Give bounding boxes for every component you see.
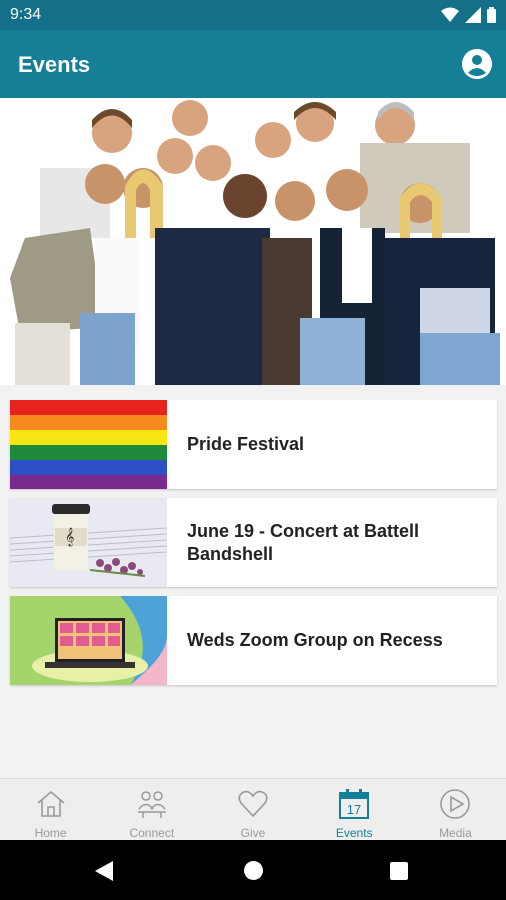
event-card[interactable]: Weds Zoom Group on Recess <box>10 596 497 685</box>
rainbow-flag <box>10 400 167 489</box>
nav-item-media[interactable]: Media <box>405 779 506 841</box>
signal-icon <box>465 7 481 23</box>
event-title: June 19 - Concert at Battell Bandshell <box>187 520 420 564</box>
laptop-video-call <box>10 596 167 685</box>
home-icon <box>37 790 65 817</box>
account-circle-icon <box>462 49 492 79</box>
page-title: Events <box>18 52 91 77</box>
nav-label-media: Media <box>439 826 472 840</box>
bottom-nav: Home Connect Give 17 Events Media <box>0 778 506 841</box>
coffee-cup-sheet-music: 𝄞 <box>10 498 167 587</box>
play-icon <box>440 789 471 819</box>
hero-image <box>0 98 506 385</box>
nav-item-events[interactable]: 17 Events <box>304 779 405 841</box>
event-thumbnail <box>10 596 167 685</box>
recents-icon[interactable] <box>390 862 408 880</box>
system-nav-bar <box>0 840 506 900</box>
back-icon[interactable] <box>95 861 113 881</box>
event-thumbnail: 𝄞 <box>10 498 167 587</box>
event-title: Pride Festival <box>187 434 305 454</box>
nav-item-home[interactable]: Home <box>0 779 101 841</box>
people-icon <box>137 791 166 818</box>
svg-text:𝄞: 𝄞 <box>65 527 74 547</box>
event-list: Pride Festival 𝄞 June 19 - Concert at Ba… <box>10 400 497 694</box>
nav-label-give: Give <box>240 826 266 840</box>
status-icons <box>441 7 496 23</box>
nav-label-home: Home <box>34 826 67 840</box>
status-bar: 9:34 <box>0 0 506 30</box>
nav-item-give[interactable]: Give <box>202 779 303 841</box>
home-button-icon[interactable] <box>244 861 263 880</box>
profile-button[interactable] <box>462 49 492 79</box>
app-bar: Events <box>0 30 506 98</box>
calendar-icon: 17 <box>339 789 370 819</box>
nav-item-connect[interactable]: Connect <box>101 779 202 841</box>
heart-icon <box>238 790 268 818</box>
event-card[interactable]: Pride Festival <box>10 400 497 489</box>
status-time: 9:34 <box>10 6 42 23</box>
event-card[interactable]: 𝄞 June 19 - Concert at Battell Bandshell <box>10 498 497 587</box>
battery-icon <box>487 7 496 23</box>
wifi-icon <box>441 7 459 22</box>
nav-label-connect: Connect <box>129 826 175 840</box>
nav-label-events: Events <box>335 826 373 840</box>
event-title: Weds Zoom Group on Recess <box>187 630 443 650</box>
event-thumbnail <box>10 400 167 489</box>
group-photo <box>0 98 506 385</box>
calendar-badge: 17 <box>347 802 361 817</box>
